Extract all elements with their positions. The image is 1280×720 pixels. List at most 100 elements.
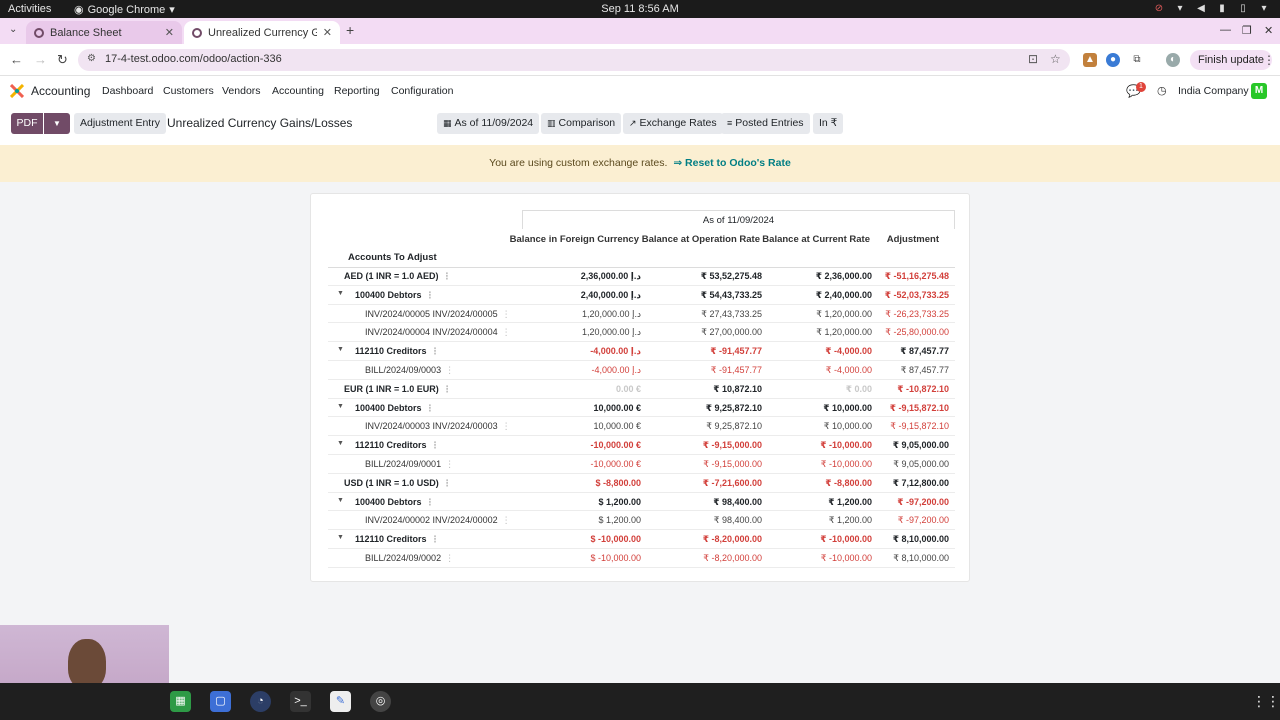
caret-down-icon[interactable]: ▼ <box>337 440 344 447</box>
install-app-icon[interactable]: ⊡ <box>1028 52 1038 66</box>
cell-current-rate-balance[interactable]: ₹ 1,200.00 <box>828 497 872 508</box>
terminal-app-icon[interactable]: >_ <box>290 691 311 712</box>
cell-current-rate-balance[interactable]: ₹ -10,000.00 <box>821 553 872 564</box>
pdf-dropdown-toggle[interactable]: ▼ <box>44 113 70 134</box>
app-name[interactable]: Accounting <box>31 84 90 98</box>
cell-current-rate-balance[interactable]: ₹ 2,40,000.00 <box>816 290 872 301</box>
account-row[interactable]: ▼ 112110 Creditors ⋮ -10,000.00 € ₹ -9,15,00… <box>328 436 955 455</box>
currency-filter-button[interactable]: In ₹ <box>813 113 844 134</box>
finish-update-button[interactable]: Finish update <box>1190 50 1273 70</box>
move-line-row[interactable]: INV/2024/00003 INV/2024/00003 ⋮ 10,000.00 … <box>328 417 955 437</box>
account-row[interactable]: ▼ 100400 Debtors ⋮ $ 1,200.00 ₹ 98,400.00 ₹ 1… <box>328 493 955 512</box>
row-label[interactable]: BILL/2024/09/0001 ⋮ <box>365 459 454 470</box>
caret-down-icon[interactable]: ▼ <box>337 290 344 297</box>
cell-operation-rate-balance[interactable]: ₹ -8,20,000.00 <box>703 553 762 564</box>
back-icon[interactable]: ← <box>10 52 23 67</box>
cell-operation-rate-balance[interactable]: ₹ -91,457.77 <box>711 365 762 376</box>
cell-operation-rate-balance[interactable]: ₹ -8,20,000.00 <box>703 534 762 545</box>
cell-foreign-balance[interactable]: -4,000.00 د.إ <box>591 365 641 376</box>
move-line-row[interactable]: INV/2024/00002 INV/2024/00002 ⋮ $ 1,200.00… <box>328 511 955 531</box>
row-label[interactable]: BILL/2024/09/0003 ⋮ <box>365 365 454 376</box>
row-options-icon[interactable]: ⋮ <box>426 290 435 300</box>
cell-foreign-balance[interactable]: -4,000.00 د.إ <box>590 346 641 357</box>
row-options-icon[interactable]: ⋮ <box>502 327 511 337</box>
cell-adjustment[interactable]: ₹ -26,23,733.25 <box>885 309 949 320</box>
row-options-icon[interactable]: ⋮ <box>426 497 435 507</box>
cell-current-rate-balance[interactable]: ₹ 0.00 <box>846 384 872 395</box>
profile-avatar-icon[interactable]: ◐ <box>1166 53 1180 67</box>
screenshot-app-icon[interactable]: ▢ <box>210 691 231 712</box>
cell-foreign-balance[interactable]: -10,000.00 € <box>590 459 641 469</box>
move-line-row[interactable]: INV/2024/00004 INV/2024/00004 ⋮ 1,20,000.0… <box>328 323 955 343</box>
cell-foreign-balance[interactable]: $ -10,000.00 <box>590 534 641 544</box>
move-line-row[interactable]: BILL/2024/09/0002 ⋮ $ -10,000.00 ₹ -8,20,00… <box>328 549 955 568</box>
row-options-icon[interactable]: ⋮ <box>502 421 511 431</box>
cell-current-rate-balance[interactable]: ₹ 10,000.00 <box>823 403 872 414</box>
move-line-row[interactable]: BILL/2024/09/0001 ⋮ -10,000.00 € ₹ -9,15,00… <box>328 455 955 474</box>
cell-operation-rate-balance[interactable]: ₹ -7,21,600.00 <box>703 478 762 489</box>
site-info-icon[interactable]: ⚙ <box>87 53 96 64</box>
caret-down-icon[interactable]: ▼ <box>337 403 344 410</box>
cell-current-rate-balance[interactable]: ₹ 1,200.00 <box>829 515 872 526</box>
currency-group-row[interactable]: AED (1 INR = 1.0 AED) ⋮ 2,36,000.00 د.إ ₹ 5… <box>328 267 955 286</box>
user-avatar[interactable]: M <box>1251 83 1267 99</box>
cell-adjustment[interactable]: ₹ 87,457.77 <box>901 365 949 376</box>
move-line-row[interactable]: BILL/2024/09/0003 ⋮ -4,000.00 د.إ ₹ -91,457… <box>328 361 955 380</box>
cell-adjustment[interactable]: ₹ -52,03,733.25 <box>885 290 949 301</box>
chrome-extension-icon[interactable]: ● <box>1106 53 1120 67</box>
cell-operation-rate-balance[interactable]: ₹ -91,457.77 <box>710 346 762 357</box>
pdf-button[interactable]: PDF <box>11 113 43 134</box>
microphone-icon[interactable]: ▮ <box>1216 2 1228 14</box>
cell-operation-rate-balance[interactable]: ₹ 53,52,275.48 <box>701 271 762 282</box>
tab-unrealized-currency[interactable]: Unrealized Currency Gains/Losses ✕ <box>184 21 340 44</box>
extension-icon[interactable]: ▲ <box>1083 53 1097 67</box>
date-filter-button[interactable]: ▦ As of 11/09/2024 <box>437 113 540 134</box>
obs-app-icon[interactable]: ◎ <box>370 691 391 712</box>
row-options-icon[interactable]: ⋮ <box>431 534 440 544</box>
cell-foreign-balance[interactable]: $ 1,200.00 <box>598 515 641 525</box>
close-window-icon[interactable]: ✕ <box>1264 24 1273 37</box>
cell-operation-rate-balance[interactable]: ₹ 54,43,733.25 <box>701 290 762 301</box>
system-clock[interactable]: Sep 11 8:56 AM <box>0 3 1280 15</box>
adjustment-entry-button[interactable]: Adjustment Entry <box>74 113 166 134</box>
url-text[interactable]: 17-4-test.odoo.com/odoo/action-336 <box>105 53 282 65</box>
cell-operation-rate-balance[interactable]: ₹ -9,15,000.00 <box>703 440 762 451</box>
row-options-icon[interactable]: ⋮ <box>443 478 452 488</box>
row-options-icon[interactable]: ⋮ <box>426 403 435 413</box>
cell-operation-rate-balance[interactable]: ₹ 98,400.00 <box>714 515 762 526</box>
caret-down-icon[interactable]: ▼ <box>337 346 344 353</box>
recording-icon[interactable]: ⊘ <box>1153 2 1165 14</box>
row-label[interactable]: BILL/2024/09/0002 ⋮ <box>365 553 454 564</box>
row-label[interactable]: 100400 Debtors ⋮ <box>355 290 435 301</box>
minimize-icon[interactable]: — <box>1220 24 1231 36</box>
cell-foreign-balance[interactable]: 1,20,000.00 د.إ <box>582 309 641 320</box>
cell-foreign-balance[interactable]: -10,000.00 € <box>590 440 641 450</box>
cell-current-rate-balance[interactable]: ₹ -4,000.00 <box>826 365 872 376</box>
cell-operation-rate-balance[interactable]: ₹ 27,43,733.25 <box>701 309 762 320</box>
volume-icon[interactable]: ◀ <box>1195 2 1207 14</box>
reset-rates-link[interactable]: ⇒ Reset to Odoo's Rate <box>673 157 790 169</box>
puzzle-extensions-icon[interactable]: ⧉ <box>1130 53 1144 67</box>
close-icon[interactable]: ✕ <box>323 26 332 39</box>
cell-foreign-balance[interactable]: $ 1,200.00 <box>598 497 641 507</box>
row-label[interactable]: INV/2024/00004 INV/2024/00004 ⋮ <box>365 327 511 338</box>
menu-configuration[interactable]: Configuration <box>391 85 453 97</box>
row-label[interactable]: 100400 Debtors ⋮ <box>355 403 435 414</box>
cell-current-rate-balance[interactable]: ₹ -10,000.00 <box>820 440 872 451</box>
cell-adjustment[interactable]: ₹ -51,16,275.48 <box>885 271 949 282</box>
row-options-icon[interactable]: ⋮ <box>431 440 440 450</box>
show-apps-grid-icon[interactable]: ⋮⋮⋮ <box>1252 693 1280 710</box>
row-options-icon[interactable]: ⋮ <box>445 365 454 375</box>
move-line-row[interactable]: INV/2024/00005 INV/2024/00005 ⋮ 1,20,000.0… <box>328 305 955 324</box>
account-row[interactable]: ▼ 100400 Debtors ⋮ 2,40,000.00 د.إ ₹ 54,43,7… <box>328 286 955 305</box>
row-label[interactable]: INV/2024/00005 INV/2024/00005 ⋮ <box>365 309 511 320</box>
comparison-filter-button[interactable]: ▥ Comparison <box>541 113 622 134</box>
cell-adjustment[interactable]: ₹ 7,12,800.00 <box>893 478 949 489</box>
row-options-icon[interactable]: ⋮ <box>502 309 511 319</box>
cell-adjustment[interactable]: ₹ -10,872.10 <box>897 384 949 395</box>
new-tab-icon[interactable]: + <box>346 22 354 38</box>
address-bar[interactable]: ⚙ 17-4-test.odoo.com/odoo/action-336 ⊡ ☆ <box>78 49 1070 71</box>
menu-customers[interactable]: Customers <box>163 85 214 97</box>
tab-search-chevron-icon[interactable]: ⌄ <box>9 24 17 35</box>
menu-dashboard[interactable]: Dashboard <box>102 85 153 97</box>
